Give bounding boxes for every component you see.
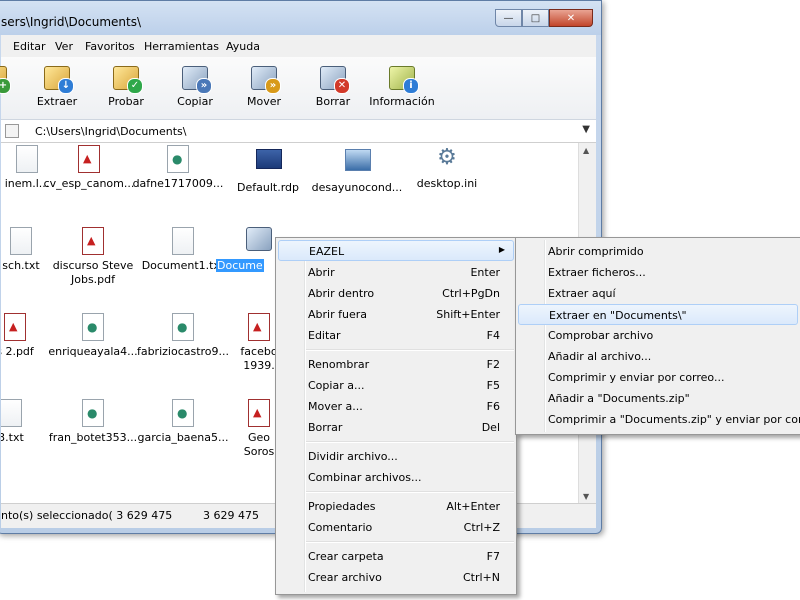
menu-ayuda[interactable]: Ayuda [226, 40, 260, 53]
test-button[interactable]: ✓ Probar [91, 59, 161, 108]
address-bar[interactable]: C:\Users\Ingrid\Documents\ ▼ [1, 120, 596, 143]
menu-item-dividir-archivo[interactable]: Dividir archivo... [278, 446, 514, 467]
menu-separator [306, 541, 514, 543]
image-file-icon [345, 149, 371, 171]
context-menu: EAZEL ▶ Abrir Enter Abrir dentro Ctrl+Pg… [275, 237, 517, 595]
scroll-up-icon[interactable]: ▲ [583, 146, 589, 155]
submenu-item-anadir-al-archivo[interactable]: Añadir al archivo... [518, 346, 798, 367]
menu-item-propiedades[interactable]: Propiedades Alt+Enter [278, 496, 514, 517]
remote-desktop-icon [256, 149, 282, 169]
menu-ver[interactable]: Ver [55, 40, 73, 53]
menu-item-crear-carpeta[interactable]: Crear carpeta F7 [278, 546, 514, 567]
menu-item-abrir-fuera[interactable]: Abrir fuera Shift+Enter [278, 304, 514, 325]
submenu-item-abrir-comprimido[interactable]: Abrir comprimido [518, 241, 798, 262]
file-item[interactable]: Default.rdp [220, 145, 316, 195]
submenu-item-comprobar-archivo[interactable]: Comprobar archivo [518, 325, 798, 346]
text-file-icon [16, 145, 38, 173]
info-button[interactable]: i Información [367, 59, 437, 108]
submenu-item-comprimir-enviar[interactable]: Comprimir y enviar por correo... [518, 367, 798, 388]
menu-item-renombrar[interactable]: Renombrar F2 [278, 354, 514, 375]
menu-item-abrir-dentro[interactable]: Abrir dentro Ctrl+PgDn [278, 283, 514, 304]
status-size: 3 629 475 [203, 509, 259, 522]
submenu-item-comprimir-zip-enviar[interactable]: Comprimir a "Documents.zip" y enviar por… [518, 409, 800, 430]
menu-separator [306, 349, 514, 351]
folder-icon [5, 124, 19, 138]
menu-item-comentario[interactable]: Comentario Ctrl+Z [278, 517, 514, 538]
menu-separator [306, 441, 514, 443]
file-item[interactable]: fran_botet353... [45, 399, 141, 445]
settings-file-icon: ⚙ [437, 145, 457, 170]
file-item[interactable]: enriqueayala4... [45, 313, 141, 359]
scroll-down-icon[interactable]: ▼ [583, 492, 589, 501]
submenu-item-extraer-aqui[interactable]: Extraer aquí [518, 283, 798, 304]
extract-button[interactable]: ↓ Extraer [22, 59, 92, 108]
text-file-icon [10, 227, 32, 255]
address-dropdown-icon[interactable]: ▼ [582, 124, 590, 135]
menu-item-borrar[interactable]: Borrar Del [278, 417, 514, 438]
menu-item-abrir[interactable]: Abrir Enter [278, 262, 514, 283]
status-selected: nto(s) seleccionado( 3 629 475 [1, 509, 173, 522]
pdf-file-icon [78, 145, 100, 173]
close-button[interactable]: ✕ [549, 9, 593, 27]
web-file-icon [82, 313, 104, 341]
web-file-icon [82, 399, 104, 427]
file-item[interactable]: facebo 1939. [239, 313, 279, 373]
file-item[interactable]: ⚙ desktop.ini [399, 145, 495, 191]
web-file-icon [172, 399, 194, 427]
file-item[interactable]: desayunocond... [309, 145, 405, 195]
menu-item-mover-a[interactable]: Mover a... F6 [278, 396, 514, 417]
address-path: C:\Users\Ingrid\Documents\ [35, 125, 187, 138]
pdf-file-icon [4, 313, 26, 341]
menu-favoritos[interactable]: Favoritos [85, 40, 135, 53]
copy-button[interactable]: » Copiar [160, 59, 230, 108]
file-item[interactable]: fabriziocastro9... [135, 313, 231, 359]
menu-item-crear-archivo[interactable]: Crear archivo Ctrl+N [278, 567, 514, 588]
file-item[interactable]: cv_esp_canom... [41, 145, 137, 191]
menu-herramientas[interactable]: Herramientas [144, 40, 219, 53]
delete-button[interactable]: ✕ Borrar [298, 59, 368, 108]
text-file-icon [172, 227, 194, 255]
window-controls: — □ ✕ [495, 9, 593, 27]
window-title: sers\Ingrid\Documents\ [1, 15, 142, 29]
file-item[interactable]: discurso Steve Jobs.pdf [45, 227, 141, 287]
menu-editar[interactable]: Editar [13, 40, 46, 53]
file-item[interactable]: Geo Soros [241, 399, 277, 459]
move-button[interactable]: » Mover [229, 59, 299, 108]
file-item[interactable]: dafne1717009... [130, 145, 226, 191]
submenu-item-anadir-a-zip[interactable]: Añadir a "Documents.zip" [518, 388, 798, 409]
menu-item-combinar-archivos[interactable]: Combinar archivos... [278, 467, 514, 488]
menu-bar: Editar Ver Favoritos Herramientas Ayuda [1, 35, 596, 58]
submenu-item-extraer-en[interactable]: Extraer en "Documents\" [518, 304, 798, 325]
menu-item-eazel[interactable]: EAZEL ▶ [278, 240, 514, 261]
menu-item-editar[interactable]: Editar F4 [278, 325, 514, 346]
submenu-item-extraer-ficheros[interactable]: Extraer ficheros... [518, 262, 798, 283]
pdf-file-icon [248, 313, 270, 341]
file-item[interactable]: garcia_baena5... [135, 399, 231, 445]
web-file-icon [172, 313, 194, 341]
pdf-file-icon [248, 399, 270, 427]
pdf-file-icon [82, 227, 104, 255]
minimize-button[interactable]: — [495, 9, 522, 27]
toolbar: + ar ↓ Extraer ✓ Probar » Copiar » Mover… [0, 57, 596, 120]
eazel-submenu: Abrir comprimido Extraer ficheros... Ext… [515, 237, 800, 435]
text-file-icon [1, 399, 22, 427]
maximize-button[interactable]: □ [522, 9, 549, 27]
title-bar[interactable]: sers\Ingrid\Documents\ — □ ✕ [0, 1, 601, 35]
menu-separator [306, 491, 514, 493]
web-file-icon [167, 145, 189, 173]
archive-icon [246, 227, 272, 251]
submenu-arrow-icon: ▶ [498, 245, 505, 254]
menu-item-copiar-a[interactable]: Copiar a... F5 [278, 375, 514, 396]
file-item-selected[interactable]: Docume [216, 227, 276, 273]
